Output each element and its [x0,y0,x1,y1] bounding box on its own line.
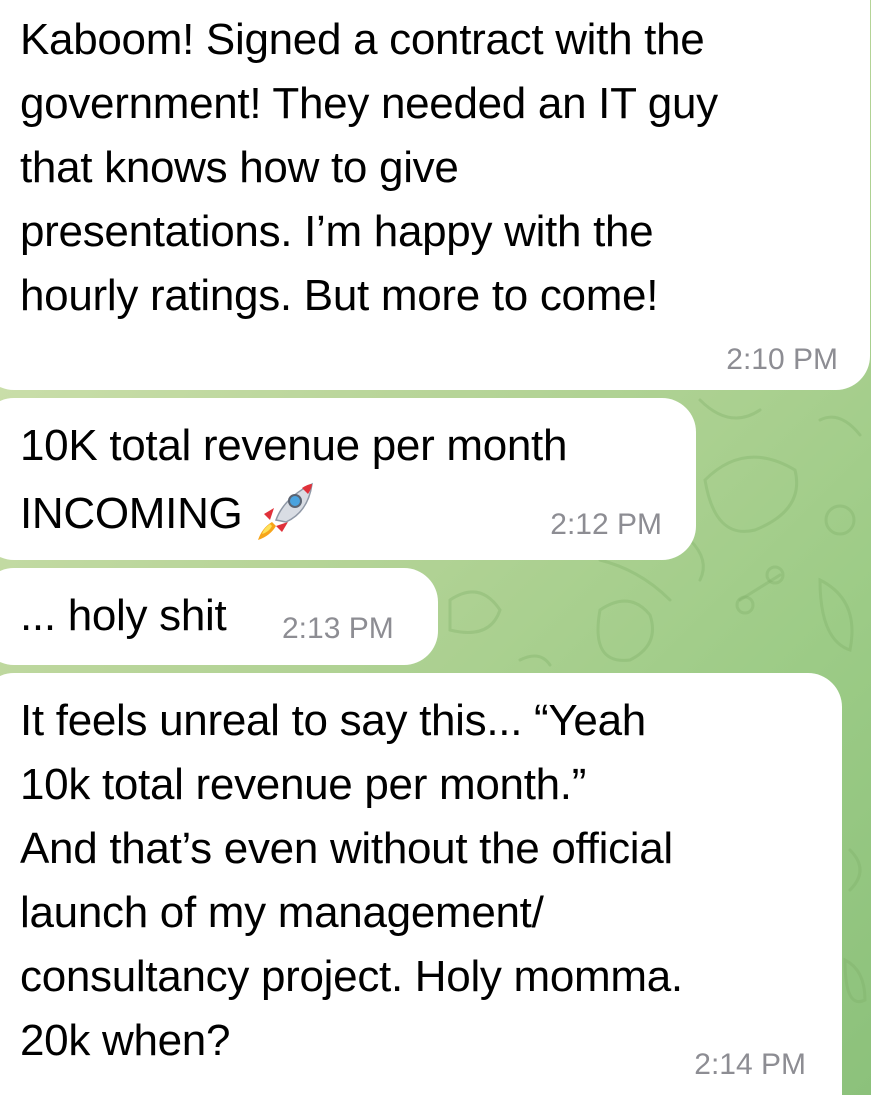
message-timestamp: 2:14 PM [694,1048,806,1081]
message-bubble[interactable]: Kaboom! Signed a contract with the gover… [0,0,870,390]
message-bubble[interactable]: 10K total revenue per month INCOMING 2:12… [0,398,696,560]
message-timestamp: 2:10 PM [726,343,838,376]
message-timestamp: 2:13 PM [282,612,394,645]
message-bubble[interactable]: It feels unreal to say this... “Yeah 10k… [0,673,842,1095]
message-bubble[interactable]: ... holy shit 2:13 PM [0,568,438,665]
message-timestamp: 2:12 PM [550,508,662,541]
message-text: It feels unreal to say this... “Yeah 10k… [20,696,683,1065]
message-text-line: 10K total revenue per month [20,421,568,470]
message-text-line: INCOMING [20,489,243,538]
message-text: Kaboom! Signed a contract with the gover… [20,15,718,320]
rocket-icon [254,478,318,542]
